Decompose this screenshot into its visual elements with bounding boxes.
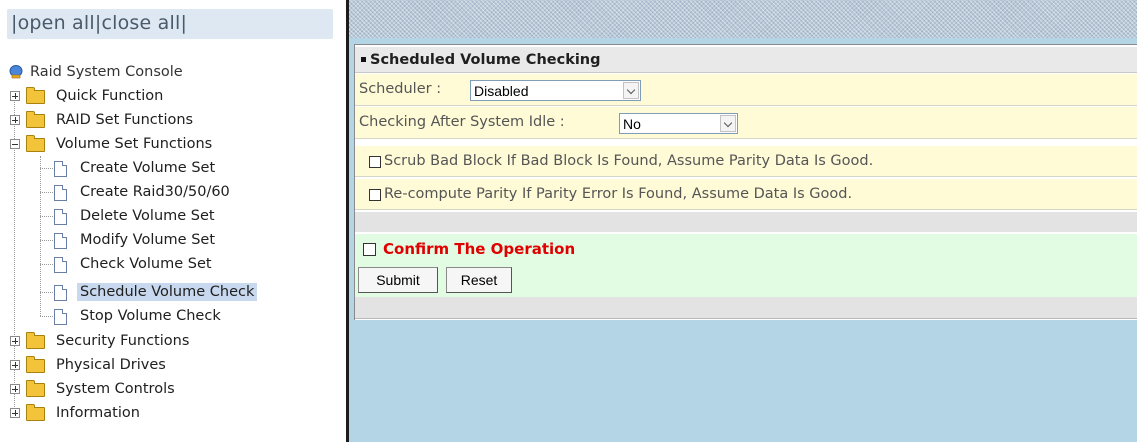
folder-icon (26, 87, 45, 104)
expand-icon[interactable] (10, 115, 20, 125)
tree-item-label: Information (56, 405, 140, 421)
header-banner (349, 0, 1137, 38)
navigation-frame: |open all|close all| Raid System Console… (0, 0, 346, 442)
idle-label: Checking After System Idle : (359, 114, 565, 130)
folder-icon (26, 380, 45, 397)
scheduler-value: Disabled (474, 83, 529, 99)
confirm-label: Confirm The Operation (383, 240, 576, 258)
tree-root-label: Raid System Console (30, 64, 183, 80)
tree-item-label: Check Volume Set (80, 256, 212, 272)
confirm-checkbox[interactable] (363, 243, 376, 256)
tree-item-label: RAID Set Functions (56, 112, 194, 128)
tree-toolbar: |open all|close all| (7, 9, 333, 39)
tree-item-raid-set-functions[interactable]: RAID Set Functions (9, 109, 196, 131)
idle-select[interactable]: No (619, 113, 738, 134)
form-title: Scheduled Volume Checking (370, 52, 601, 68)
form-title-row: Scheduled Volume Checking (355, 47, 1137, 73)
scheduler-select[interactable]: Disabled (470, 80, 641, 101)
chevron-down-icon (720, 115, 736, 132)
close-all-link[interactable]: |close all| (95, 12, 187, 34)
button-row: Submit Reset (355, 264, 1137, 297)
tree-item-label: Quick Function (56, 88, 164, 104)
open-all-link[interactable]: |open all (11, 12, 95, 34)
tree-guide-line (40, 292, 53, 293)
confirm-row: Confirm The Operation (355, 234, 1137, 264)
expand-icon[interactable] (10, 336, 20, 346)
tree-guide-line (40, 240, 53, 241)
page-icon (54, 185, 67, 201)
idle-row: Checking After System Idle : No (355, 107, 1137, 139)
page-icon (54, 209, 67, 225)
tree-item-security-functions[interactable]: Security Functions (9, 330, 192, 352)
expand-icon[interactable] (10, 360, 20, 370)
tree-item-label: Delete Volume Set (80, 208, 215, 224)
separator-row (355, 212, 1137, 232)
page-icon (54, 309, 67, 325)
scheduled-volume-checking-form: Scheduled Volume Checking Scheduler : Di… (354, 44, 1137, 320)
folder-icon (26, 356, 45, 373)
tree-item-label: Stop Volume Check (80, 308, 221, 324)
expand-icon[interactable] (10, 384, 20, 394)
tree-item-label: System Controls (56, 381, 175, 397)
tree-item-label: Physical Drives (56, 357, 166, 373)
tree-item-label: Create Volume Set (80, 160, 216, 176)
tree-item-schedule-volume-check[interactable]: Schedule Volume Check (54, 281, 258, 303)
chevron-down-icon (623, 82, 639, 99)
tree-root[interactable]: Raid System Console (9, 61, 186, 83)
tree-item-label: Create Raid30/50/60 (80, 184, 230, 200)
collapse-icon[interactable] (10, 139, 20, 149)
recompute-label: Re-compute Parity If Parity Error Is Fou… (384, 186, 853, 202)
idle-value: No (623, 116, 641, 132)
scrub-label: Scrub Bad Block If Bad Block Is Found, A… (384, 153, 874, 169)
tree-item-label: Volume Set Functions (56, 136, 213, 152)
tree-item-volume-set-functions[interactable]: Volume Set Functions (9, 133, 215, 155)
page-icon (54, 233, 67, 249)
open-folder-icon (26, 135, 45, 152)
folder-icon (26, 332, 45, 349)
folder-icon (26, 404, 45, 421)
tree-item-system-controls[interactable]: System Controls (9, 378, 178, 400)
tree-item-quick-function[interactable]: Quick Function (9, 85, 166, 107)
page-icon (54, 285, 67, 301)
page-icon (54, 257, 67, 273)
recompute-checkbox[interactable] (369, 189, 381, 201)
tree-item-label: Security Functions (56, 333, 190, 349)
page-icon (54, 161, 67, 177)
bullet-icon (361, 56, 366, 62)
tree-item-check-volume-set[interactable]: Check Volume Set (54, 253, 215, 275)
scheduler-label: Scheduler : (359, 81, 442, 97)
scheduler-row: Scheduler : Disabled (355, 74, 1137, 106)
tree-item-label: Schedule Volume Check (77, 283, 258, 301)
tree-item-modify-volume-set[interactable]: Modify Volume Set (54, 229, 218, 251)
tree-item-information[interactable]: Information (9, 402, 143, 424)
tree-guide-line (40, 168, 53, 169)
recompute-row: Re-compute Parity If Parity Error Is Fou… (355, 179, 1137, 210)
expand-icon[interactable] (10, 91, 20, 101)
tree-item-create-volume-set[interactable]: Create Volume Set (54, 157, 218, 179)
tree-item-create-raid30-50-60[interactable]: Create Raid30/50/60 (54, 181, 233, 203)
console-icon (9, 65, 23, 79)
scrub-row: Scrub Bad Block If Bad Block Is Found, A… (355, 146, 1137, 177)
tree-item-label: Modify Volume Set (80, 232, 216, 248)
footer-row (355, 297, 1137, 319)
tree-guide-line (40, 316, 53, 317)
reset-button[interactable]: Reset (446, 267, 512, 293)
scrub-checkbox[interactable] (369, 156, 381, 168)
tree-item-stop-volume-check[interactable]: Stop Volume Check (54, 305, 224, 327)
tree-guide-line (40, 216, 53, 217)
content-frame: Scheduled Volume Checking Scheduler : Di… (349, 0, 1137, 442)
tree-item-physical-drives[interactable]: Physical Drives (9, 354, 169, 376)
tree-item-delete-volume-set[interactable]: Delete Volume Set (54, 205, 218, 227)
expand-icon[interactable] (10, 408, 20, 418)
tree-guide-line (40, 192, 53, 193)
submit-button[interactable]: Submit (358, 267, 438, 293)
folder-icon (26, 111, 45, 128)
tree-guide-line (40, 264, 53, 265)
